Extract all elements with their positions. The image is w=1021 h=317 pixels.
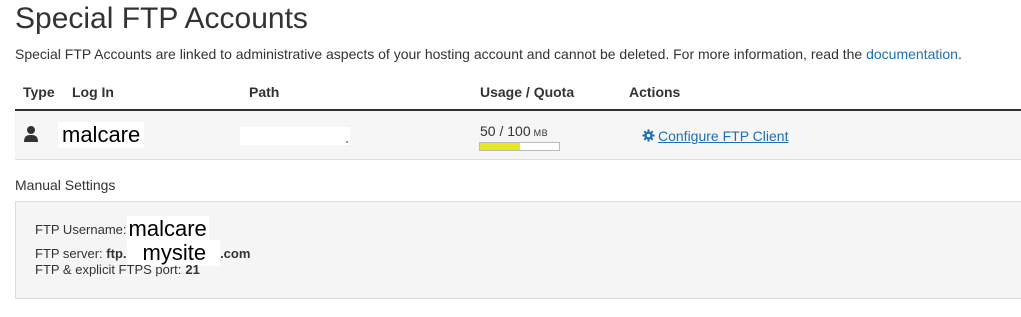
documentation-link[interactable]: documentation — [866, 46, 958, 62]
ftp-username-label: FTP Username: — [35, 222, 127, 237]
page-title: Special FTP Accounts — [15, 2, 308, 35]
login-value: malcare — [58, 122, 145, 148]
usage-bar — [479, 142, 560, 151]
table-row: malcare 50 / 100 MB Configure FTP Client — [15, 111, 1021, 160]
ftp-server-suffix: .com — [220, 246, 251, 261]
header-actions: Actions — [629, 84, 681, 100]
manual-settings-heading: Manual Settings — [15, 177, 116, 193]
header-usage[interactable]: Usage / Quota — [480, 83, 574, 101]
user-icon — [24, 126, 38, 142]
path-value — [240, 127, 350, 145]
ftp-username-line: FTP Username:malcare — [35, 216, 209, 242]
header-path[interactable]: Path — [249, 83, 279, 101]
ftp-server-label: FTP server: — [35, 246, 107, 261]
configure-ftp-client-label: Configure FTP Client — [658, 128, 789, 144]
ftp-port-line: FTP & explicit FTPS port: 21 — [35, 262, 200, 277]
configure-ftp-client-link[interactable]: Configure FTP Client — [642, 127, 788, 145]
description-end: . — [957, 46, 962, 62]
header-login[interactable]: Log In — [72, 83, 114, 101]
table-header: Type Log In Path Usage / Quota Actions — [15, 78, 1021, 111]
usage-value: 50 / 100 — [480, 123, 531, 139]
page-description: Special FTP Accounts are linked to admin… — [15, 45, 962, 63]
ftp-username-value: malcare — [126, 216, 209, 241]
usage-unit: MB — [533, 128, 549, 138]
ftp-port-label: FTP & explicit FTPS port: — [35, 262, 182, 277]
usage-quota: 50 / 100 MB — [480, 122, 548, 142]
ftp-server-prefix: ftp. — [106, 246, 127, 261]
description-text: Special FTP Accounts are linked to admin… — [15, 46, 867, 62]
header-type[interactable]: Type — [23, 83, 55, 101]
gear-icon — [642, 129, 655, 142]
ftp-port-value: 21 — [185, 262, 200, 277]
usage-bar-fill — [480, 143, 520, 150]
manual-settings-panel: FTP Username:malcare FTP server: ftp. mys… — [15, 201, 1021, 299]
